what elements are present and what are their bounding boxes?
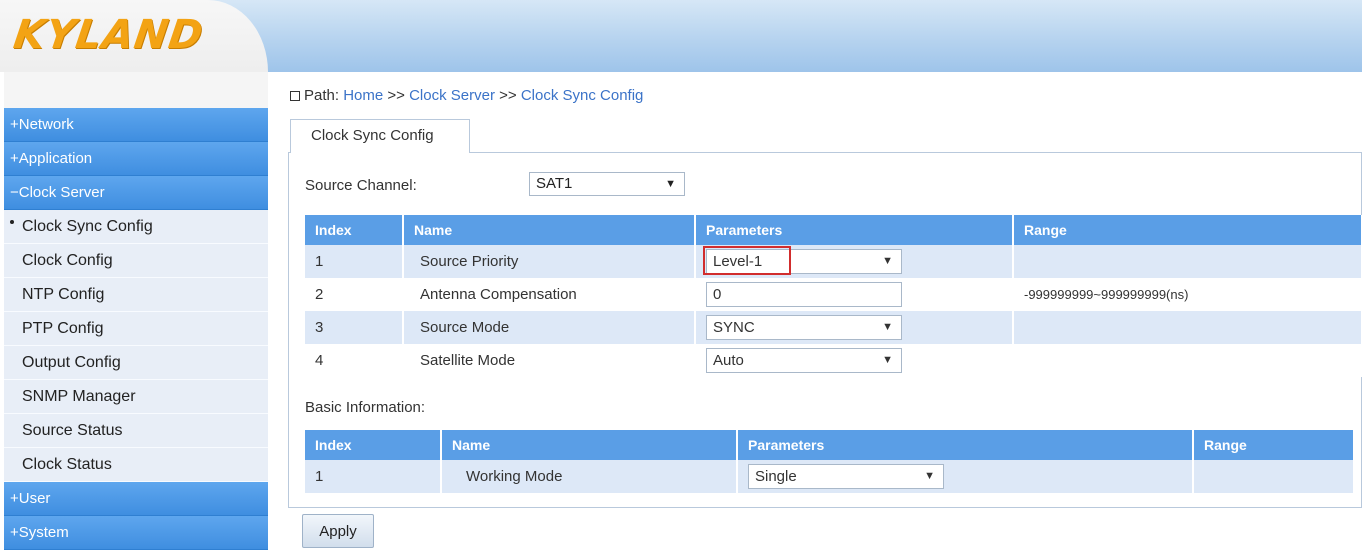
row-index: 3 — [305, 311, 404, 344]
breadcrumb-clock-server-link[interactable]: Clock Server — [409, 87, 495, 104]
chevron-down-icon: ▼ — [882, 354, 893, 366]
sidebar-item-label: Source Status — [22, 422, 123, 439]
source-priority-select[interactable]: Level-1 ▼ — [706, 249, 902, 274]
breadcrumb-separator: >> — [499, 87, 517, 104]
sidebar: +Network +Application −Clock Server Cloc… — [4, 72, 268, 552]
breadcrumb-home-link[interactable]: Home — [343, 87, 383, 104]
config-panel: Source Channel: SAT1 ▼ Index Name Parame… — [288, 152, 1362, 508]
satellite-mode-select[interactable]: Auto ▼ — [706, 348, 902, 373]
row-range — [1193, 460, 1355, 493]
path-prefix: Path: — [304, 87, 340, 104]
chevron-down-icon: ▼ — [882, 255, 893, 267]
kyland-logo: KYLAND — [10, 12, 207, 58]
sidebar-item-clock-config[interactable]: Clock Config — [4, 244, 268, 278]
sidebar-item-source-status[interactable]: Source Status — [4, 414, 268, 448]
sidebar-item-snmp-manager[interactable]: SNMP Manager — [4, 380, 268, 414]
row-range — [1013, 311, 1362, 344]
sidebar-item-label: PTP Config — [22, 320, 104, 337]
sidebar-item-label: Clock Sync Config — [22, 218, 153, 235]
sidebar-item-label: SNMP Manager — [22, 388, 136, 405]
table-row: 1 Working Mode Single ▼ — [305, 460, 1355, 493]
row-range: -999999999~999999999(ns) — [1013, 278, 1362, 311]
sidebar-item-ptp-config[interactable]: PTP Config — [4, 312, 268, 346]
sidebar-item-ntp-config[interactable]: NTP Config — [4, 278, 268, 312]
active-bullet-icon — [10, 220, 14, 224]
breadcrumb-separator: >> — [387, 87, 405, 104]
chevron-down-icon: ▼ — [924, 470, 935, 482]
row-name: Source Mode — [403, 311, 696, 344]
config-table: Index Name Parameters Range 1 Source Pri… — [305, 215, 1362, 377]
sidebar-item-clock-sync-config[interactable]: Clock Sync Config — [4, 210, 268, 244]
row-name: Antenna Compensation — [403, 278, 696, 311]
tab-clock-sync-config[interactable]: Clock Sync Config — [290, 119, 470, 153]
row-index: 2 — [305, 278, 404, 311]
row-index: 1 — [305, 460, 442, 493]
row-parameter-cell: Auto ▼ — [695, 344, 1014, 377]
working-mode-value: Single — [755, 468, 797, 485]
chevron-down-icon: ▼ — [882, 321, 893, 333]
row-name: Source Priority — [403, 245, 696, 278]
sidebar-item-label: Clock Status — [22, 456, 112, 473]
table-row: 1 Source Priority Level-1 ▼ — [305, 245, 1362, 278]
row-index: 1 — [305, 245, 404, 278]
header-banner: KYLAND — [0, 0, 1362, 72]
sidebar-item-label: Output Config — [22, 354, 121, 371]
breadcrumb: Path: Home >> Clock Server >> Clock Sync… — [290, 87, 643, 104]
column-header-index: Index — [305, 215, 404, 245]
source-channel-value: SAT1 — [536, 175, 573, 192]
column-header-parameters: Parameters — [737, 430, 1194, 460]
row-name: Satellite Mode — [403, 344, 696, 377]
breadcrumb-current-link[interactable]: Clock Sync Config — [521, 87, 644, 104]
row-name: Working Mode — [441, 460, 738, 493]
antenna-compensation-input[interactable]: 0 — [706, 282, 902, 307]
source-mode-value: SYNC — [713, 319, 755, 336]
row-parameter-cell: 0 — [695, 278, 1014, 311]
basic-info-table: Index Name Parameters Range 1 Working Mo… — [305, 430, 1355, 493]
column-header-range: Range — [1013, 215, 1362, 245]
sidebar-category-system[interactable]: +System — [4, 516, 268, 550]
source-mode-select[interactable]: SYNC ▼ — [706, 315, 902, 340]
sidebar-category-user[interactable]: +User — [4, 482, 268, 516]
column-header-parameters: Parameters — [695, 215, 1014, 245]
table-row: 4 Satellite Mode Auto ▼ — [305, 344, 1362, 377]
sidebar-item-label: Clock Config — [22, 252, 113, 269]
table-row: 2 Antenna Compensation 0 -999999999~9999… — [305, 278, 1362, 311]
source-priority-value: Level-1 — [713, 253, 763, 270]
row-index: 4 — [305, 344, 404, 377]
chevron-down-icon: ▼ — [665, 178, 676, 190]
row-range — [1013, 245, 1362, 278]
column-header-index: Index — [305, 430, 442, 460]
sidebar-item-label: NTP Config — [22, 286, 105, 303]
basic-information-label: Basic Information: — [305, 399, 426, 416]
row-range — [1013, 344, 1362, 377]
sidebar-category-network[interactable]: +Network — [4, 108, 268, 142]
sidebar-category-clock-server[interactable]: −Clock Server — [4, 176, 268, 210]
row-parameter-cell: SYNC ▼ — [695, 311, 1014, 344]
row-parameter-cell: Single ▼ — [737, 460, 1194, 493]
source-channel-select[interactable]: SAT1 ▼ — [529, 172, 685, 196]
satellite-mode-value: Auto — [713, 352, 744, 369]
table-row: 3 Source Mode SYNC ▼ — [305, 311, 1362, 344]
sidebar-item-clock-status[interactable]: Clock Status — [4, 448, 268, 482]
sidebar-top — [4, 72, 268, 108]
row-parameter-cell: Level-1 ▼ — [695, 245, 1014, 278]
sidebar-item-output-config[interactable]: Output Config — [4, 346, 268, 380]
column-header-name: Name — [403, 215, 696, 245]
apply-button[interactable]: Apply — [302, 514, 374, 548]
column-header-name: Name — [441, 430, 738, 460]
column-header-range: Range — [1193, 430, 1355, 460]
working-mode-select[interactable]: Single ▼ — [748, 464, 944, 489]
logo-area: KYLAND — [0, 0, 268, 72]
source-channel-label: Source Channel: — [305, 177, 417, 194]
path-square-icon — [290, 91, 300, 101]
sidebar-category-application[interactable]: +Application — [4, 142, 268, 176]
